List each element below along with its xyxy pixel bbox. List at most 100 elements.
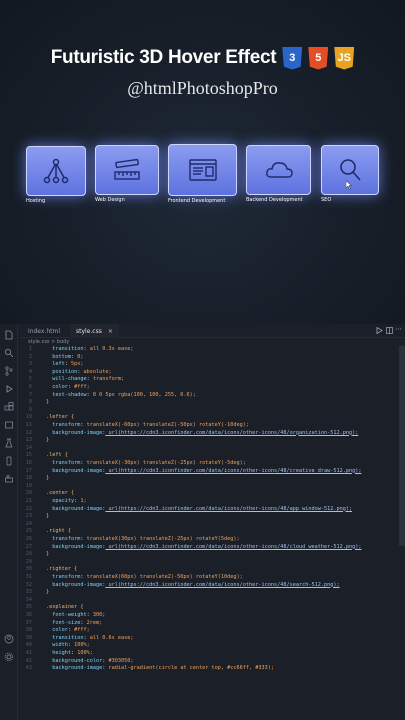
line-number: 26 xyxy=(25,536,32,542)
line-number: 17 xyxy=(25,467,32,474)
line-number: 41 xyxy=(25,650,32,656)
testing-icon[interactable] xyxy=(4,438,14,448)
card-tile[interactable] xyxy=(26,146,86,196)
run-icon[interactable] xyxy=(376,327,383,334)
line-number: 14 xyxy=(25,444,32,451)
code-line: height: 100%; xyxy=(52,650,93,656)
code-line: } xyxy=(46,399,50,406)
card-backend[interactable]: Backend Development xyxy=(246,145,311,203)
code-line: transform: translateX(-30px) translateZ(… xyxy=(52,460,246,466)
explorer-icon[interactable] xyxy=(4,330,14,340)
account-icon[interactable] xyxy=(4,634,14,644)
line-number: 27 xyxy=(25,543,32,550)
close-icon[interactable]: × xyxy=(108,328,113,335)
tab-style-css[interactable]: style.css × xyxy=(70,324,119,338)
line-number: 29 xyxy=(25,558,32,565)
hero-banner: Futuristic 3D Hover Effect 3 5 JS @htmlP… xyxy=(0,0,405,324)
breadcrumb[interactable]: style.css > body xyxy=(28,339,69,345)
code-line: color: #fff; xyxy=(52,627,90,634)
card-hosting[interactable]: Hosting xyxy=(26,146,86,204)
tab-label: index.html xyxy=(28,327,60,335)
extensions-icon[interactable] xyxy=(4,402,14,412)
css3-badge-icon: 3 xyxy=(282,46,303,70)
line-number: 5 xyxy=(28,376,32,383)
code-line: .right { xyxy=(46,528,71,535)
activity-bar xyxy=(0,324,18,720)
line-number: 18 xyxy=(25,475,32,482)
card-frontend[interactable]: Frontend Development xyxy=(168,144,237,204)
split-editor-icon[interactable] xyxy=(386,327,393,334)
tab-index-html[interactable]: index.html xyxy=(22,324,66,338)
line-number: 7 xyxy=(28,391,32,398)
code-line: transition: all 0.3s ease; xyxy=(52,346,134,352)
js-badge-icon: JS xyxy=(334,46,355,70)
line-number: 22 xyxy=(25,505,32,512)
docker-icon[interactable] xyxy=(4,474,14,484)
code-line: } xyxy=(46,437,50,444)
code-line: transition: all 0.6s ease; xyxy=(52,634,134,641)
code-line: color: #fff; xyxy=(52,384,90,390)
card-label: Frontend Development xyxy=(168,198,226,204)
scrollbar[interactable] xyxy=(399,346,405,546)
card-tile[interactable] xyxy=(246,145,311,195)
card-label: Hosting xyxy=(26,198,46,204)
hero-title: Futuristic 3D Hover Effect 3 5 JS xyxy=(0,42,405,74)
line-number: 43 xyxy=(25,665,32,672)
line-number: 19 xyxy=(25,482,32,489)
line-number: 39 xyxy=(25,634,32,641)
code-line: .lefter { xyxy=(46,414,75,421)
code-line: background-image: url(https://cdn3.iconf… xyxy=(52,467,362,474)
code-line: } xyxy=(46,551,50,558)
code-line: background-image: url(https://cdn3.iconf… xyxy=(52,429,359,436)
code-line: transform: translateX(60px) translateZ(-… xyxy=(52,574,243,580)
code-line: background-image: radial-gradient(circle… xyxy=(52,665,275,672)
card-tile[interactable] xyxy=(168,144,237,196)
line-number: 13 xyxy=(25,437,32,444)
channel-handle: @htmlPhotoshopPro xyxy=(127,78,278,98)
line-number: 9 xyxy=(28,406,32,413)
card-label: Backend Development xyxy=(246,197,303,203)
line-number: 11 xyxy=(25,422,32,428)
line-number: 40 xyxy=(25,642,32,649)
editor-tabs: index.html style.css × ⋯ xyxy=(18,324,405,338)
remote-icon[interactable] xyxy=(4,420,14,430)
code-line: background-image: url(https://cdn3.iconf… xyxy=(52,543,362,550)
line-number: 10 xyxy=(25,414,32,421)
cloud-icon xyxy=(265,162,293,178)
gear-icon[interactable] xyxy=(4,652,14,662)
code-line: background-image: url(https://cdn3.iconf… xyxy=(52,505,353,512)
code-line: width: 100%; xyxy=(52,642,90,649)
tab-label: style.css xyxy=(76,327,102,335)
card-tile[interactable] xyxy=(95,145,159,195)
code-line: left: 5px; xyxy=(52,361,84,368)
code-line: background-color: #303050; xyxy=(52,657,134,664)
code-area[interactable]: 1 transition: all 0.3s ease; 2 bottom: 0;… xyxy=(18,346,398,720)
code-line: bottom: 0; xyxy=(52,353,84,360)
line-number: 24 xyxy=(25,520,32,527)
code-line: text-shadow: 0 0 5px rgba(100, 100, 255,… xyxy=(52,391,196,398)
line-number: 3 xyxy=(28,361,32,368)
more-actions-icon[interactable]: ⋯ xyxy=(395,325,402,333)
code-line: .center { xyxy=(46,490,75,497)
line-number: 16 xyxy=(25,460,32,466)
line-number: 37 xyxy=(25,619,32,626)
line-number: 36 xyxy=(25,612,32,618)
creative-draw-icon xyxy=(114,158,140,180)
card-label: SEO xyxy=(321,197,332,203)
run-debug-icon[interactable] xyxy=(4,384,14,394)
card-web-design[interactable]: Web Design xyxy=(95,145,159,203)
line-number: 6 xyxy=(28,384,32,390)
code-line: .left { xyxy=(46,452,68,459)
line-number: 42 xyxy=(25,657,32,664)
line-number: 23 xyxy=(25,513,32,520)
line-number: 21 xyxy=(25,498,32,504)
code-line: position: absolute; xyxy=(52,368,112,375)
line-number: 12 xyxy=(25,429,32,436)
device-icon[interactable] xyxy=(4,456,14,466)
source-control-icon[interactable] xyxy=(4,366,14,376)
code-line: } xyxy=(46,513,50,520)
code-editor: index.html style.css × ⋯ style.css > body… xyxy=(0,324,405,720)
html5-badge-icon: 5 xyxy=(308,46,329,70)
line-number: 15 xyxy=(25,452,32,459)
search-icon[interactable] xyxy=(4,348,14,358)
